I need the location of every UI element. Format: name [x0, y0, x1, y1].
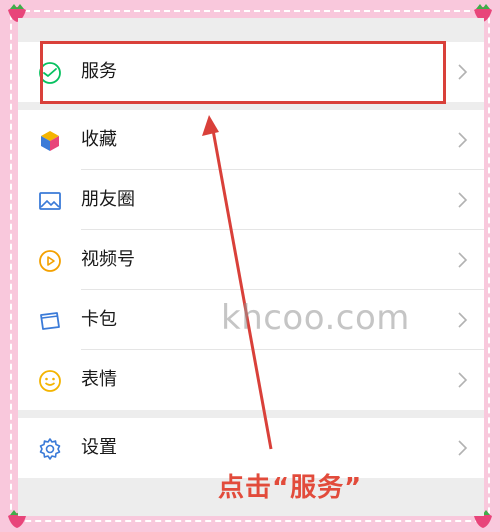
- menu-item-favorites[interactable]: 收藏: [18, 110, 484, 170]
- chevron-right-icon: [458, 440, 468, 456]
- smiley-icon: [39, 370, 61, 392]
- menu-item-label: 设置: [81, 437, 117, 458]
- menu-item-channels[interactable]: 视频号: [18, 230, 484, 290]
- menu-item-label: 视频号: [81, 249, 135, 270]
- image-icon: [39, 192, 61, 210]
- wechat-pay-icon: [39, 62, 61, 84]
- chevron-right-icon: [458, 252, 468, 268]
- menu-item-label: 表情: [81, 369, 117, 390]
- menu-item-moments[interactable]: 朋友圈: [18, 170, 484, 230]
- features-group: 收藏 朋友圈 视频号 卡包 表情: [18, 110, 484, 410]
- chevron-right-icon: [458, 64, 468, 80]
- play-circle-icon: [39, 250, 61, 272]
- gear-icon: [39, 438, 61, 460]
- card-icon: [40, 312, 60, 330]
- watermark: khcoo.com: [221, 298, 410, 338]
- menu-item-label: 服务: [81, 61, 117, 82]
- menu-item-label: 朋友圈: [81, 189, 135, 210]
- services-group: 服务: [18, 42, 484, 102]
- instruction-caption: 点击“服务”: [218, 473, 363, 503]
- chevron-right-icon: [458, 372, 468, 388]
- chevron-right-icon: [458, 192, 468, 208]
- menu-item-label: 卡包: [81, 309, 117, 330]
- menu-item-stickers[interactable]: 表情: [18, 350, 484, 410]
- menu-item-services[interactable]: 服务: [18, 42, 484, 102]
- chevron-right-icon: [458, 132, 468, 148]
- cube-icon: [41, 131, 59, 151]
- chevron-right-icon: [458, 312, 468, 328]
- menu-item-label: 收藏: [81, 129, 117, 150]
- wechat-me-screen: 服务 收藏 朋友圈 视频号 卡包 表情 设置: [18, 18, 484, 516]
